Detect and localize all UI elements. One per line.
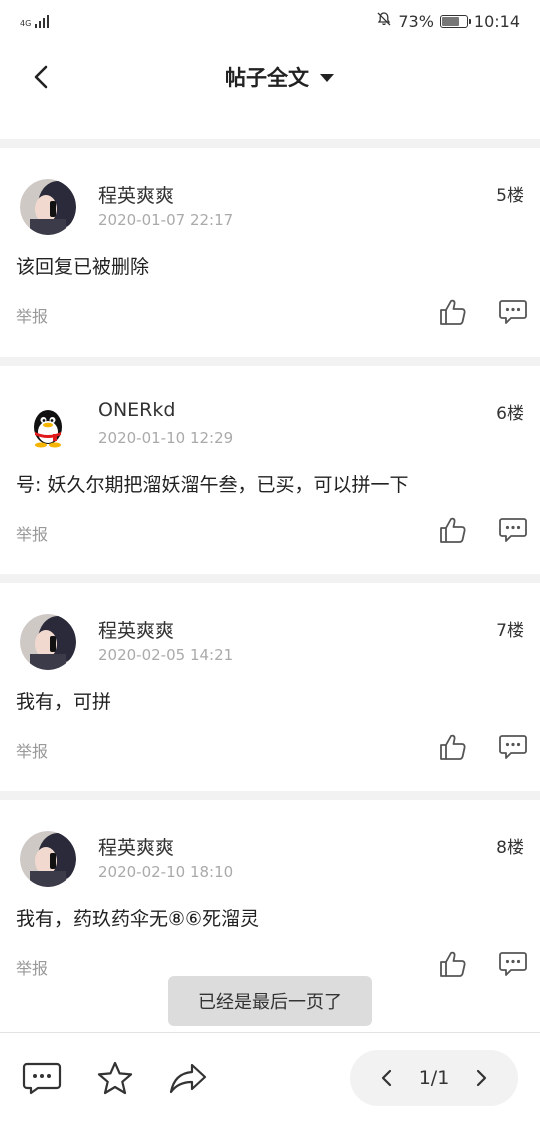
reply-icon[interactable] (498, 732, 528, 762)
avatar[interactable] (20, 179, 76, 235)
post-datetime: 2020-01-07 22:17 (98, 211, 234, 229)
username[interactable]: ONERkd (98, 399, 175, 421)
post-content: 号: 妖久尔期把溜妖溜午叁，已买，可以拼一下 (16, 474, 409, 496)
post-content: 我有，药玖药伞无⑧⑥死溜灵 (16, 908, 260, 930)
floor-number: 6楼 (496, 404, 524, 424)
back-arrow-icon[interactable] (26, 62, 56, 92)
reply-icon[interactable] (498, 515, 528, 545)
post-item: 程英爽爽 2020-01-07 22:17 5楼 该回复已被删除 举报 (0, 148, 540, 357)
battery-icon (439, 14, 471, 28)
share-icon[interactable] (168, 1059, 208, 1097)
caret-down-icon (319, 68, 335, 87)
post-item: ONERkd 2020-01-10 12:29 6楼 号: 妖久尔期把溜妖溜午叁… (0, 366, 540, 575)
floor-number: 5楼 (496, 186, 524, 206)
thumbs-up-icon[interactable] (438, 732, 468, 762)
section-divider (0, 791, 540, 800)
thumbs-up-icon[interactable] (438, 949, 468, 979)
thumbs-up-icon[interactable] (438, 515, 468, 545)
page-title: 帖子全文 (225, 66, 309, 90)
header: 帖子全文 (0, 42, 540, 112)
post-content: 该回复已被删除 (16, 256, 150, 278)
clock: 10:14 (473, 11, 520, 31)
floor-number: 7楼 (496, 621, 524, 641)
star-icon[interactable] (95, 1059, 135, 1097)
post-content: 我有，可拼 (16, 691, 112, 713)
report-link[interactable]: 举报 (16, 738, 48, 762)
toast-message: 已经是最后一页了 (168, 976, 372, 1026)
post-item: 程英爽爽 2020-02-05 14:21 7楼 我有，可拼 举报 (0, 583, 540, 792)
reply-icon[interactable] (498, 949, 528, 979)
battery-percent: 73% (398, 11, 434, 31)
page-indicator: 1/1 (418, 1067, 450, 1089)
signal-icon: 4G (20, 14, 50, 28)
comment-icon[interactable] (22, 1059, 62, 1097)
floor-number: 8楼 (496, 838, 524, 858)
section-divider (0, 139, 540, 148)
section-divider (0, 357, 540, 366)
reply-icon[interactable] (498, 297, 528, 327)
status-bar: 4G 73% 10:14 (0, 0, 540, 42)
bottom-toolbar: 1/1 (0, 1032, 540, 1122)
post-datetime: 2020-01-10 12:29 (98, 429, 234, 447)
report-link[interactable]: 举报 (16, 303, 48, 327)
network-type: 4G (20, 18, 32, 28)
mute-bell-icon (376, 11, 392, 31)
prev-page-icon[interactable] (374, 1066, 398, 1090)
username[interactable]: 程英爽爽 (98, 616, 174, 643)
report-link[interactable]: 举报 (16, 521, 48, 545)
username[interactable]: 程英爽爽 (98, 181, 174, 208)
username[interactable]: 程英爽爽 (98, 833, 174, 860)
post-datetime: 2020-02-10 18:10 (98, 863, 234, 881)
section-divider (0, 574, 540, 583)
avatar[interactable] (20, 614, 76, 670)
title-dropdown[interactable]: 帖子全文 (225, 62, 335, 92)
pagination: 1/1 (350, 1050, 518, 1106)
post-datetime: 2020-02-05 14:21 (98, 646, 234, 664)
avatar[interactable] (20, 397, 76, 453)
report-link[interactable]: 举报 (16, 955, 48, 979)
thumbs-up-icon[interactable] (438, 297, 468, 327)
avatar[interactable] (20, 831, 76, 887)
next-page-icon[interactable] (470, 1066, 494, 1090)
